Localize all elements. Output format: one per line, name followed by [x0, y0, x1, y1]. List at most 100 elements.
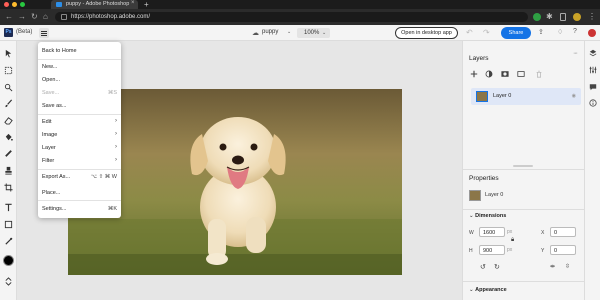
- fill-bucket-icon[interactable]: [4, 133, 13, 142]
- menu-item-label: Settings...: [42, 206, 67, 212]
- redo-icon[interactable]: ↷: [483, 28, 490, 37]
- site-info-icon[interactable]: [61, 14, 67, 20]
- maximize-window-button[interactable]: [20, 2, 25, 7]
- crop-icon[interactable]: [4, 183, 13, 192]
- puzzle-icon[interactable]: ✱: [546, 13, 554, 21]
- more-icon[interactable]: ⋮: [588, 13, 596, 21]
- open-in-desktop-button[interactable]: Open in desktop app: [395, 27, 458, 39]
- menu-item-settings[interactable]: Settings... ⌘K: [38, 203, 121, 215]
- menu-item-filter[interactable]: Filter ›: [38, 155, 121, 167]
- chevron-right-icon: ›: [115, 118, 117, 124]
- eraser-icon[interactable]: [4, 116, 13, 125]
- avatar[interactable]: [588, 29, 596, 37]
- brush-icon[interactable]: [4, 99, 13, 108]
- swap-colors-icon[interactable]: [4, 277, 13, 286]
- x-position-field[interactable]: 0: [550, 227, 576, 237]
- menu-item-label: Image: [42, 132, 58, 138]
- right-panel: Layers ··· Layer 0 ◉ Properties Layer 0 …: [462, 41, 584, 300]
- browser-tab[interactable]: puppy - Adobe Photoshop ×: [51, 0, 138, 9]
- height-label: H: [469, 248, 473, 254]
- help-icon[interactable]: ?: [573, 28, 577, 35]
- menu-item-export-as[interactable]: Export As... ⌥ ⇧ ⌘ W: [38, 171, 121, 183]
- rotate-right-icon[interactable]: ↻: [494, 263, 500, 271]
- menu-item-back-to-home[interactable]: Back to Home: [38, 45, 121, 57]
- foreground-color-swatch[interactable]: [3, 255, 14, 266]
- height-field[interactable]: 900: [479, 245, 505, 255]
- dimensions-section-header[interactable]: ⌄ Dimensions: [469, 213, 506, 219]
- share-button[interactable]: Share: [501, 27, 531, 39]
- menu-item-label: Layer: [42, 145, 56, 151]
- menu-item-label: Save as...: [42, 103, 67, 109]
- clone-stamp-icon[interactable]: [4, 166, 13, 175]
- upload-icon[interactable]: ⇪: [538, 28, 544, 36]
- minimize-window-button[interactable]: [12, 2, 17, 7]
- y-position-field[interactable]: 0: [550, 245, 576, 255]
- menu-item-save-as[interactable]: Save as...: [38, 100, 121, 112]
- x-value: 0: [554, 229, 558, 236]
- properties-panel-title: Properties: [469, 175, 499, 182]
- link-proportions-icon[interactable]: 🔒︎: [511, 237, 514, 244]
- width-unit: px: [507, 229, 513, 235]
- menu-item-image[interactable]: Image ›: [38, 129, 121, 141]
- comment-icon[interactable]: [589, 83, 597, 91]
- visibility-icon[interactable]: ◉: [572, 93, 576, 99]
- marquee-tool-icon[interactable]: [4, 66, 13, 75]
- tab-close-icon[interactable]: ×: [131, 0, 135, 6]
- forward-icon[interactable]: →: [18, 11, 26, 23]
- trash-icon[interactable]: [535, 70, 543, 78]
- group-icon[interactable]: [517, 70, 525, 78]
- move-tool-icon[interactable]: [4, 49, 13, 58]
- reload-icon[interactable]: ↻: [31, 11, 38, 23]
- y-label: Y: [541, 248, 545, 254]
- eyedropper-icon[interactable]: [4, 237, 13, 246]
- menu-item-place[interactable]: Place...: [38, 187, 121, 199]
- menu-divider: [38, 114, 121, 115]
- adjust-icon[interactable]: [589, 66, 597, 74]
- menu-item-label: Edit: [42, 119, 52, 125]
- menu-item-label: Back to Home: [42, 48, 77, 54]
- layer-row[interactable]: Layer 0 ◉: [471, 88, 581, 105]
- layers-more-icon[interactable]: ···: [573, 50, 578, 57]
- undo-icon[interactable]: ↶: [466, 28, 473, 37]
- chevron-right-icon: ›: [115, 131, 117, 137]
- flip-horizontal-icon[interactable]: ⇹: [550, 263, 555, 270]
- app-header: Ps (Beta) ☁ puppy ⌄ 100% ⌄ Open in deskt…: [0, 25, 600, 41]
- document-name[interactable]: puppy: [262, 29, 278, 35]
- back-icon[interactable]: ←: [5, 11, 13, 23]
- menu-item-label: Export As...: [42, 174, 71, 180]
- bookmark-icon[interactable]: [560, 13, 566, 21]
- zoom-dropdown[interactable]: 100% ⌄: [297, 28, 330, 38]
- type-tool-icon[interactable]: [4, 203, 13, 212]
- mask-icon[interactable]: [501, 70, 509, 78]
- home-icon[interactable]: ⌂: [43, 11, 48, 23]
- info-icon[interactable]: [589, 99, 597, 107]
- adjustment-layer-icon[interactable]: [485, 70, 493, 78]
- menu-item-open[interactable]: Open...: [38, 74, 121, 86]
- hamburger-menu-button[interactable]: [39, 28, 49, 38]
- panel-resize-handle[interactable]: [513, 165, 533, 167]
- menu-item-new[interactable]: New...: [38, 61, 121, 73]
- flip-vertical-icon[interactable]: ⇳: [565, 263, 570, 270]
- menu-divider: [38, 59, 121, 60]
- rotate-left-icon[interactable]: ↺: [480, 263, 486, 271]
- close-window-button[interactable]: [4, 2, 9, 7]
- chevron-down-icon[interactable]: ⌄: [287, 29, 291, 35]
- profile-icon[interactable]: [573, 13, 581, 21]
- notification-icon[interactable]: ♢: [557, 28, 563, 36]
- width-field[interactable]: 1600: [479, 227, 505, 237]
- layers-panel-title: Layers: [469, 55, 489, 62]
- panel-divider: [463, 281, 584, 282]
- add-layer-icon[interactable]: [470, 70, 478, 78]
- menu-item-edit[interactable]: Edit ›: [38, 116, 121, 128]
- layer-thumbnail: [476, 91, 488, 102]
- beta-label: (Beta): [16, 29, 33, 35]
- layers-stack-icon[interactable]: [589, 49, 597, 57]
- address-bar[interactable]: https://photoshop.adobe.com/: [55, 12, 528, 22]
- quick-select-icon[interactable]: [4, 83, 13, 92]
- shape-tool-icon[interactable]: [4, 220, 13, 229]
- menu-item-layer[interactable]: Layer ›: [38, 142, 121, 154]
- healing-brush-icon[interactable]: [4, 149, 13, 158]
- appearance-section-header[interactable]: ⌄ Appearance: [469, 287, 507, 293]
- new-tab-button[interactable]: +: [144, 0, 149, 9]
- green-extension-icon[interactable]: [533, 13, 541, 21]
